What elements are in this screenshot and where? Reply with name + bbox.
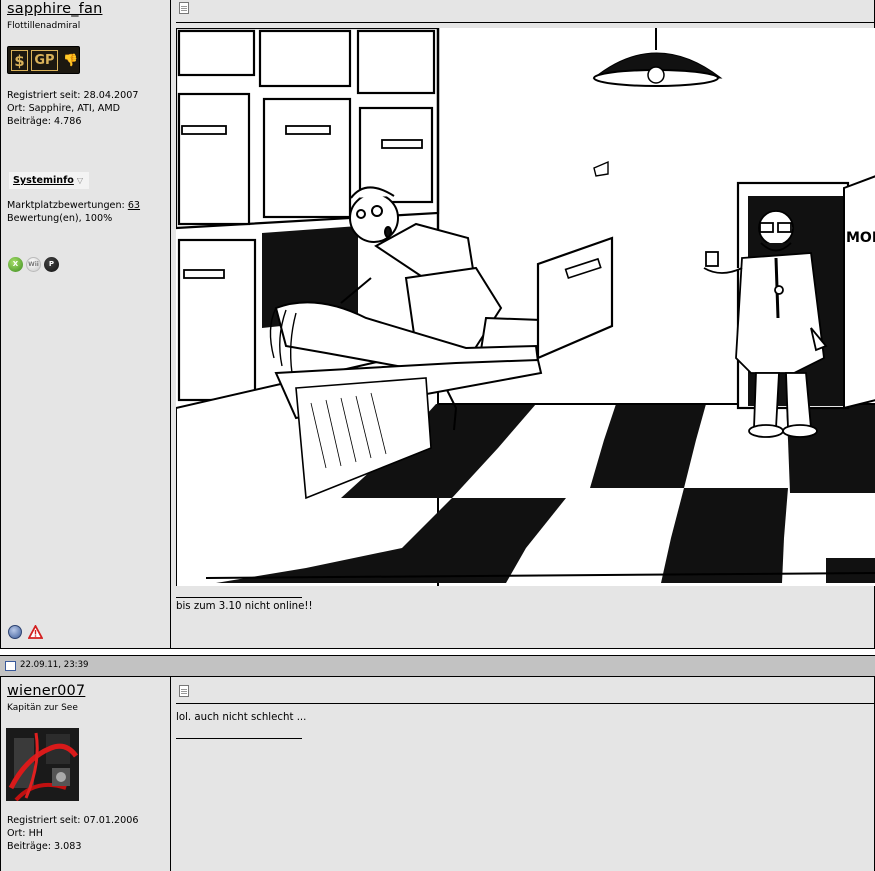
author-username[interactable]: wiener007 <box>7 683 85 699</box>
location-value: HH <box>28 828 43 839</box>
comic-illustration: MOR <box>176 28 875 586</box>
location-label: Ort: <box>7 828 26 839</box>
post-icon <box>179 685 189 697</box>
post-2-datebar: 22.09.11, 23:39 <box>0 655 875 677</box>
xbox-icon[interactable]: X <box>8 257 23 272</box>
post-2-timestamp: 22.09.11, 23:39 <box>20 660 89 670</box>
author-meta: Registriert seit: 07.01.2006 Ort: HH Bei… <box>7 814 138 853</box>
playstation-icon[interactable]: P <box>44 257 59 272</box>
location-label: Ort: <box>7 103 26 114</box>
post-count-label: Beiträge: <box>7 116 51 127</box>
comic-image: MOR <box>176 28 875 586</box>
gp-badge-icon: $ GP 👎 <box>7 46 80 74</box>
post-count-label: Beiträge: <box>7 841 51 852</box>
post-count-value: 3.083 <box>54 841 82 852</box>
registered-label: Registriert seit: <box>7 90 81 101</box>
console-icons: X Wii P <box>8 257 59 273</box>
post-1-author-sidebar: sapphire_fan Flottillenadmiral $ GP 👎 Re… <box>0 0 171 649</box>
author-meta: Registriert seit: 28.04.2007 Ort: Sapphi… <box>7 89 138 128</box>
signature-divider <box>176 738 302 739</box>
rating-text: Bewertung(en), 100% <box>7 213 113 224</box>
post-2-content: lol. auch nicht schlecht ... <box>170 677 875 871</box>
author-username[interactable]: sapphire_fan <box>7 1 102 17</box>
globe-icon[interactable] <box>8 625 22 639</box>
registered-date: 07.01.2006 <box>83 815 139 826</box>
content-divider <box>176 22 874 23</box>
wii-icon[interactable]: Wii <box>26 257 41 272</box>
marketplace-rating-link[interactable]: 63 <box>128 200 140 211</box>
post-1-message: bis zum 3.10 nicht online!! <box>176 601 313 612</box>
registered-date: 28.04.2007 <box>83 90 139 101</box>
post-icon <box>179 2 189 14</box>
post-date-icon <box>5 661 16 671</box>
post-count-value: 4.786 <box>54 116 82 127</box>
avatar[interactable] <box>6 728 79 801</box>
avatar-image <box>6 728 79 801</box>
thumb-icon: 👎 <box>63 53 78 67</box>
post-1-action-icons <box>8 625 43 639</box>
location-value: Sapphire, ATI, AMD <box>28 103 121 114</box>
author-rank: Flottillenadmiral <box>7 21 81 31</box>
post-1-content: MOR <box>170 0 875 649</box>
door-sign-text: MOR <box>846 230 875 246</box>
registered-label: Registriert seit: <box>7 815 81 826</box>
post-1: sapphire_fan Flottillenadmiral $ GP 👎 Re… <box>0 0 875 649</box>
post-2-message: lol. auch nicht schlecht ... <box>176 712 307 723</box>
signature-divider <box>176 597 302 598</box>
post-2: wiener007 Kapitän zur See Registriert se… <box>0 677 875 871</box>
report-warning-icon[interactable] <box>28 625 43 639</box>
content-divider <box>176 703 874 704</box>
marketplace-info: Marktplatzbewertungen: 63 Bewertung(en),… <box>7 200 141 224</box>
systeminfo-button[interactable]: Systeminfo ▽ <box>9 172 90 189</box>
dropdown-arrow-icon: ▽ <box>76 176 84 185</box>
author-rank: Kapitän zur See <box>7 703 78 713</box>
